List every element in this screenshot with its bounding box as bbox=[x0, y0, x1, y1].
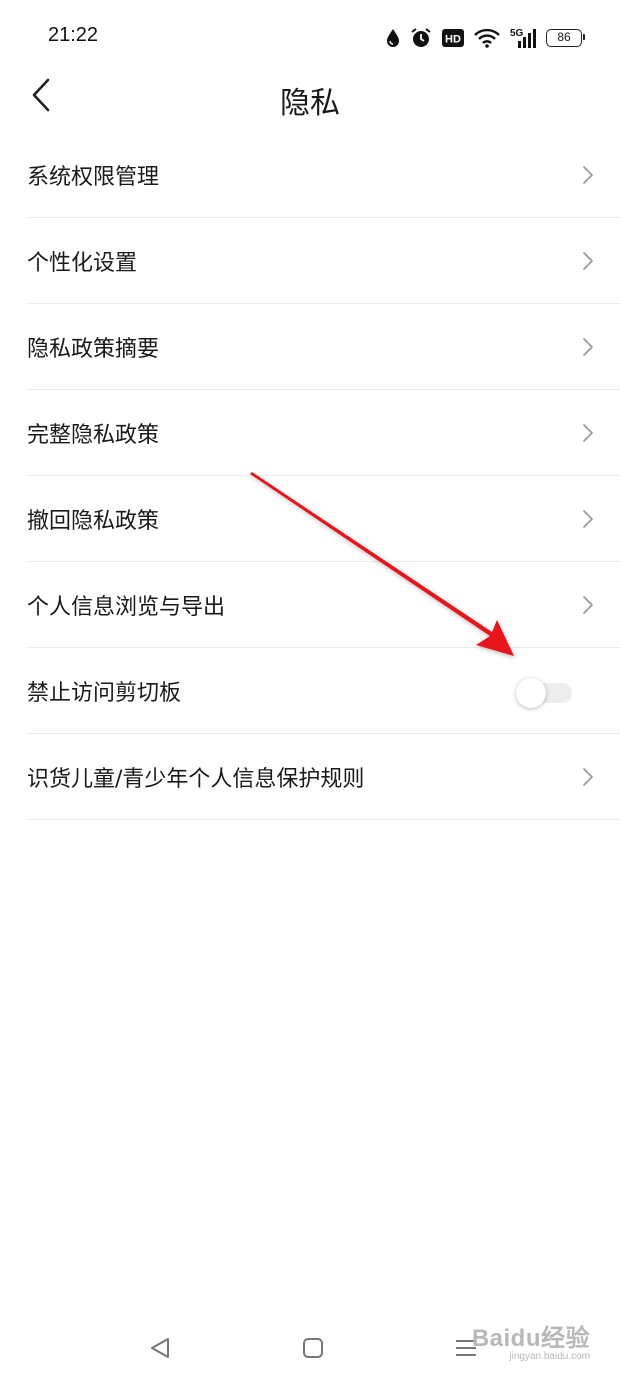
settings-item-withdraw-privacy-policy[interactable]: 撤回隐私政策 bbox=[0, 476, 620, 562]
svg-text:HD: HD bbox=[445, 34, 461, 46]
chevron-right-icon bbox=[583, 252, 593, 270]
nav-back-button[interactable] bbox=[142, 1330, 178, 1366]
settings-item-label: 个性化设置 bbox=[27, 251, 138, 276]
chevron-right-icon bbox=[583, 768, 593, 786]
settings-item-label: 识货儿童/青少年个人信息保护规则 bbox=[27, 767, 365, 792]
page-title: 隐私 bbox=[280, 86, 340, 121]
settings-item-system-permissions[interactable]: 系统权限管理 bbox=[0, 132, 620, 218]
settings-item-full-privacy-policy[interactable]: 完整隐私政策 bbox=[0, 390, 620, 476]
settings-item-label: 系统权限管理 bbox=[27, 165, 160, 190]
battery-icon: 86 bbox=[546, 29, 585, 47]
home-square-icon bbox=[303, 1338, 323, 1358]
block-clipboard-toggle[interactable] bbox=[516, 678, 574, 708]
chevron-right-icon bbox=[583, 510, 593, 528]
settings-item-label: 禁止访问剪切板 bbox=[27, 681, 182, 706]
settings-item-personal-info-export[interactable]: 个人信息浏览与导出 bbox=[0, 562, 620, 648]
status-time: 21:22 bbox=[48, 24, 99, 46]
alarm-icon bbox=[410, 27, 432, 49]
watermark: Baidu经验 jingyan.baidu.com bbox=[472, 1318, 590, 1362]
settings-item-label: 完整隐私政策 bbox=[27, 423, 160, 448]
signal-5g-icon: 5G bbox=[510, 27, 536, 49]
system-nav-bar: Baidu经验 jingyan.baidu.com bbox=[0, 1310, 620, 1386]
nav-header: 隐私 bbox=[0, 74, 620, 122]
drop-icon bbox=[386, 28, 400, 48]
settings-item-personalization[interactable]: 个性化设置 bbox=[0, 218, 620, 304]
settings-item-label: 隐私政策摘要 bbox=[27, 337, 160, 362]
hd-icon: HD bbox=[442, 29, 464, 47]
toggle-knob bbox=[516, 678, 546, 708]
settings-item-block-clipboard: 禁止访问剪切板 bbox=[0, 648, 620, 734]
settings-item-label: 撤回隐私政策 bbox=[27, 509, 160, 534]
settings-item-child-privacy-rules[interactable]: 识货儿童/青少年个人信息保护规则 bbox=[0, 734, 620, 820]
nav-home-button[interactable] bbox=[295, 1330, 331, 1366]
settings-list: 系统权限管理 个性化设置 隐私政策摘要 完整隐私政策 撤回隐私政策 个人信息浏览… bbox=[0, 132, 620, 820]
chevron-right-icon bbox=[583, 338, 593, 356]
chevron-right-icon bbox=[583, 596, 593, 614]
svg-text:5G: 5G bbox=[510, 28, 524, 39]
chevron-right-icon bbox=[583, 166, 593, 184]
back-triangle-icon bbox=[151, 1338, 169, 1358]
status-icons: HD 5G 86 bbox=[386, 24, 585, 52]
watermark-main: Baidu经验 bbox=[471, 1325, 590, 1352]
wifi-icon bbox=[474, 28, 500, 48]
settings-item-label: 个人信息浏览与导出 bbox=[27, 595, 226, 620]
chevron-right-icon bbox=[583, 424, 593, 442]
settings-item-privacy-summary[interactable]: 隐私政策摘要 bbox=[0, 304, 620, 390]
status-bar: 21:22 HD 5G 86 bbox=[0, 0, 620, 74]
